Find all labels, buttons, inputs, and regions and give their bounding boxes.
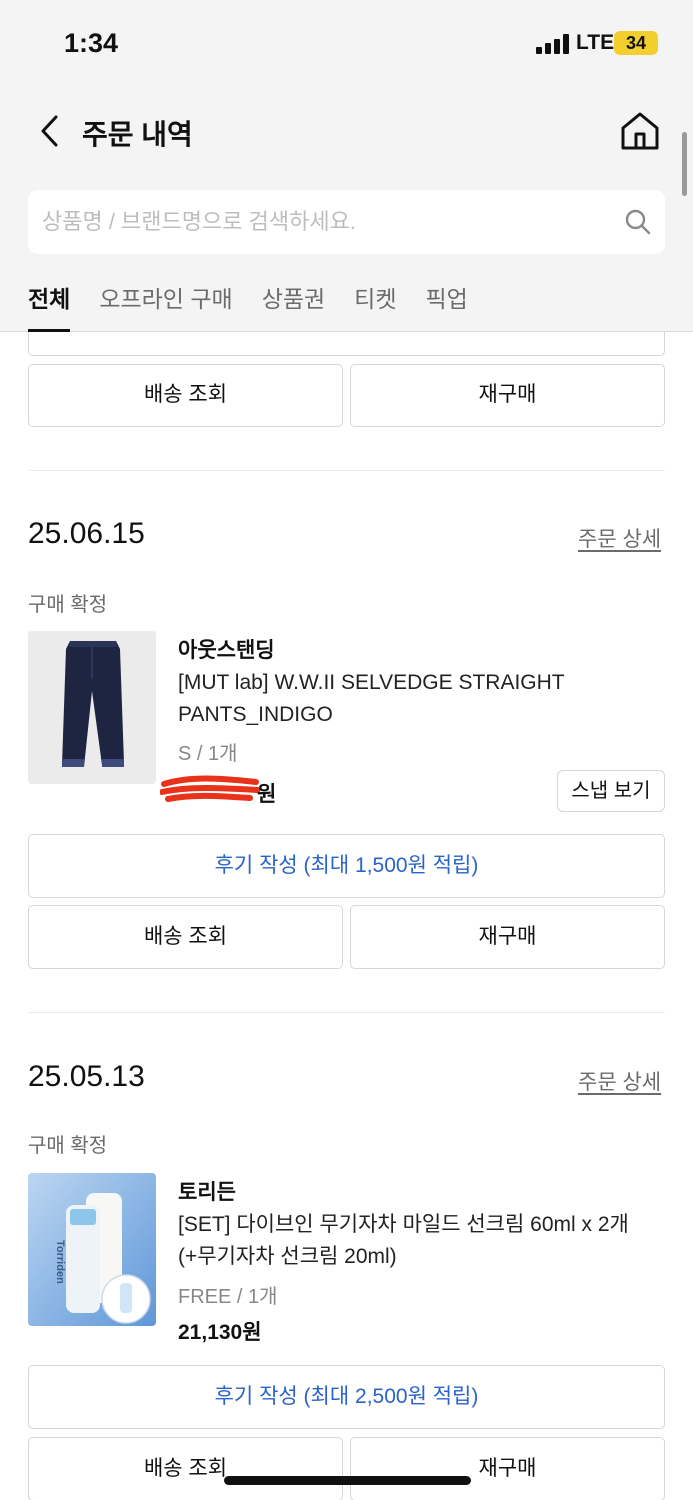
product-option: FREE / 1개 xyxy=(178,1286,278,1308)
rebuy-button[interactable]: 재구매 xyxy=(350,364,665,427)
rebuy-button[interactable]: 재구매 xyxy=(350,905,665,969)
product-logo-text: Torriden xyxy=(54,1240,66,1284)
brand-name: 토리든 xyxy=(178,1181,236,1204)
page-title: 주문 내역 xyxy=(82,119,193,150)
track-delivery-button[interactable]: 배송 조회 xyxy=(28,1437,343,1500)
order-date: 25.05.13 xyxy=(28,1060,145,1093)
order-status: 구매 확정 xyxy=(28,1135,108,1157)
order-date: 25.06.15 xyxy=(28,517,145,550)
write-review-button[interactable]: 후기 작성 (최대 2,500원 적립) xyxy=(28,1365,665,1429)
tab-all[interactable]: 전체 xyxy=(28,268,71,332)
brand-name: 아웃스탠딩 xyxy=(178,639,275,662)
divider xyxy=(28,470,665,471)
product-name[interactable]: [SET] 다이브인 무기자차 마일드 선크림 60ml x 2개 (+무기자차… xyxy=(178,1209,658,1273)
snap-view-button[interactable]: 스냅 보기 xyxy=(557,770,665,812)
status-time: 1:34 xyxy=(64,28,119,58)
price-redaction xyxy=(159,772,261,806)
nav-bar: 주문 내역 xyxy=(0,100,693,160)
product-price: 원 xyxy=(257,783,277,806)
scrollbar[interactable] xyxy=(682,132,687,196)
search-icon[interactable] xyxy=(624,208,652,236)
product-image[interactable] xyxy=(28,1173,156,1326)
home-indicator[interactable] xyxy=(224,1476,471,1485)
order-detail-link[interactable]: 주문 상세 xyxy=(578,1066,661,1096)
product-image[interactable] xyxy=(28,631,156,784)
back-icon[interactable] xyxy=(36,114,64,148)
top-header: 1:34 LTE 34 주문 내역 상품명 / 브랜드명으로 검색하세요. 전체… xyxy=(0,0,693,332)
network-label: LTE xyxy=(576,31,615,54)
tab-offline-purchase[interactable]: 오프라인 구매 xyxy=(99,268,232,332)
home-icon[interactable] xyxy=(618,110,662,152)
track-delivery-button[interactable]: 배송 조회 xyxy=(28,364,343,427)
search-input[interactable] xyxy=(42,190,602,254)
divider xyxy=(28,1012,665,1013)
order-detail-link[interactable]: 주문 상세 xyxy=(578,523,661,553)
rebuy-button[interactable]: 재구매 xyxy=(350,1437,665,1500)
jeans-image xyxy=(28,631,156,784)
search-box xyxy=(28,190,665,254)
tab-gift-card[interactable]: 상품권 xyxy=(262,268,325,332)
signal-icon xyxy=(536,34,570,54)
sunscreen-image xyxy=(28,1173,156,1326)
order-status: 구매 확정 xyxy=(28,594,108,616)
write-review-button[interactable]: 후기 작성 (최대 1,500원 적립) xyxy=(28,834,665,898)
battery-icon: 34 xyxy=(614,31,658,55)
track-delivery-button[interactable]: 배송 조회 xyxy=(28,905,343,969)
product-name[interactable]: [MUT lab] W.W.II SELVEDGE STRAIGHT PANTS… xyxy=(178,667,658,731)
product-price: 21,130원 xyxy=(178,1321,262,1344)
tab-pickup[interactable]: 픽업 xyxy=(426,268,468,332)
product-option: S / 1개 xyxy=(178,743,238,765)
status-bar: 1:34 LTE 34 xyxy=(0,0,693,90)
order-tabs: 전체 오프라인 구매 상품권 티켓 픽업 xyxy=(28,268,468,332)
tab-ticket[interactable]: 티켓 xyxy=(354,268,396,332)
